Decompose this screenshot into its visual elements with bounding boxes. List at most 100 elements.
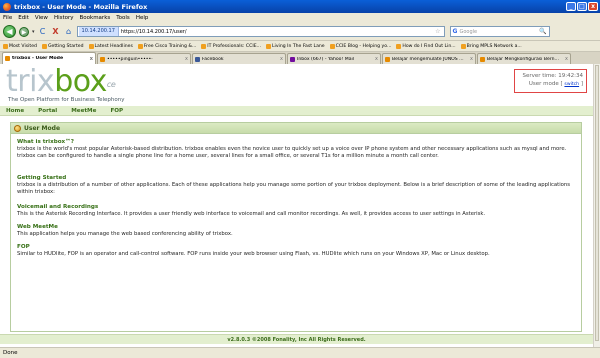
google-icon[interactable]: G [453, 28, 458, 35]
history-dropdown-icon[interactable]: ▾ [32, 29, 35, 35]
panel-title: User Mode [24, 124, 61, 132]
scrollbar-thumb[interactable] [595, 65, 599, 341]
trixbox-logo: trixboxce [6, 64, 116, 99]
navigation-toolbar: ◀ ▶ ▾ C X ⌂ 10.14.200.17 https://10.14.2… [0, 23, 600, 41]
tab-facebook[interactable]: Facebook x [192, 53, 286, 64]
section-voicemail: Voicemail and Recordings This is the Ast… [17, 204, 575, 218]
section-body: Similar to HUDlite, FOP is an operator a… [17, 251, 490, 257]
panel-header: User Mode [11, 123, 581, 134]
tab-yahoo-mail[interactable]: Inbox (667) - Yahoo! Mail x [287, 53, 381, 64]
search-input[interactable]: Google [459, 29, 539, 35]
menu-history[interactable]: History [54, 15, 74, 21]
favicon-icon [100, 56, 105, 62]
forward-button[interactable]: ▶ [19, 26, 29, 37]
firefox-icon [3, 2, 11, 11]
site-identity-button[interactable]: 10.14.200.17 [78, 27, 119, 36]
nav-meetme[interactable]: MeetMe [71, 108, 96, 114]
bookmark-star-icon[interactable]: ☆ [435, 28, 440, 35]
menu-file[interactable]: File [3, 15, 12, 21]
section-web-meetme: Web MeetMe This application helps you ma… [17, 224, 575, 238]
bookmark-item[interactable]: Getting Started [41, 43, 84, 49]
bookmark-icon [3, 43, 8, 49]
menu-view[interactable]: View [35, 15, 48, 21]
fop-link[interactable]: FOP [17, 244, 575, 251]
section-body: This is the Asterisk Recording Interface… [17, 211, 486, 217]
bookmark-item[interactable]: Bring MPLS Network a... [460, 43, 522, 49]
address-bar[interactable]: 10.14.200.17 https://10.14.200.17/user/ … [76, 26, 445, 37]
window-titlebar: trixbox - User Mode - Mozilla Firefox _ … [0, 0, 600, 13]
user-mode-label: User mode [ switch ] [528, 81, 583, 87]
bookmark-icon [41, 43, 47, 49]
section-getting-started: Getting Started trixbox is a distributio… [17, 175, 575, 195]
section-body: trixbox is the world's most popular Aste… [17, 146, 567, 159]
close-tab-icon[interactable]: x [470, 56, 473, 62]
stop-icon[interactable]: X [51, 27, 61, 37]
favicon-icon [480, 56, 485, 62]
main-nav: Home Portal MeetMe FOP [0, 106, 593, 116]
server-info-box: Server time: 19:42:34 User mode [ switch… [514, 69, 587, 93]
bookmark-item[interactable]: CCIE Blog - Helping yo... [329, 43, 391, 49]
maximize-button[interactable]: □ [577, 2, 587, 11]
reload-icon[interactable]: C [38, 27, 48, 37]
switch-link[interactable]: switch [564, 82, 579, 87]
bookmark-item[interactable]: How do I Find Out Lin... [396, 43, 456, 49]
tab-junos[interactable]: Belajar mengemulate JUNOS ... x [382, 53, 476, 64]
section-body: trixbox is a distribution of a number of… [17, 182, 571, 195]
status-text: Done [3, 350, 18, 356]
minimize-button[interactable]: _ [566, 2, 576, 11]
web-meetme-link[interactable]: Web MeetMe [17, 224, 575, 231]
search-box[interactable]: G Google 🔍 [449, 26, 550, 37]
tab-pinguin[interactable]: •••••pinguin•••••· x [97, 53, 191, 64]
close-tab-icon[interactable]: x [375, 56, 378, 62]
menu-help[interactable]: Help [136, 15, 149, 21]
close-window-button[interactable]: x [588, 2, 598, 11]
close-tab-icon[interactable]: x [565, 56, 568, 62]
section-fop: FOP Similar to HUDlite, FOP is an operat… [17, 244, 575, 258]
bookmark-item[interactable]: Most Visited [3, 43, 37, 49]
tab-trixbox[interactable]: trixbox - User Mode x [2, 52, 96, 64]
menu-edit[interactable]: Edit [18, 15, 29, 21]
close-tab-icon[interactable]: x [185, 56, 188, 62]
bookmark-item[interactable]: Living In The Fast Lane [265, 43, 325, 49]
favicon-icon [385, 56, 390, 62]
home-icon[interactable]: ⌂ [64, 27, 74, 37]
page-footer: v2.8.0.3 ©2008 Fonality, Inc All Rights … [0, 334, 593, 344]
section-heading: What is trixbox™? [17, 139, 74, 145]
nav-portal[interactable]: Portal [38, 108, 57, 114]
section-body: This application helps you manage the we… [17, 231, 233, 237]
section-heading: Getting Started [17, 175, 67, 181]
menu-bookmarks[interactable]: Bookmarks [80, 15, 111, 21]
bookmark-icon [137, 43, 143, 49]
bookmark-item[interactable]: Free Cisco Training &... [137, 43, 196, 49]
url-text[interactable]: https://10.14.200.17/user/ [119, 29, 435, 35]
section-what-is: What is trixbox™? trixbox is the world's… [17, 139, 575, 159]
page-content: trixboxce The Open Platform for Business… [0, 64, 593, 347]
bookmark-item[interactable]: IT Professionals: CCIE... [201, 43, 261, 49]
vertical-scrollbar[interactable] [593, 64, 600, 347]
bookmark-icon [396, 43, 402, 49]
nav-fop[interactable]: FOP [110, 108, 123, 114]
server-time: Server time: 19:42:34 [522, 73, 583, 79]
nav-home[interactable]: Home [6, 108, 24, 114]
facebook-icon [195, 56, 200, 62]
bookmark-icon [460, 43, 466, 49]
yahoo-icon [290, 56, 295, 62]
menu-tools[interactable]: Tools [116, 15, 130, 21]
window-title: trixbox - User Mode - Mozilla Firefox [14, 2, 148, 11]
search-icon[interactable]: 🔍 [539, 28, 546, 35]
bookmark-item[interactable]: Latest Headlines [88, 43, 133, 49]
tagline: The Open Platform for Business Telephony [8, 97, 125, 103]
menu-bar: File Edit View History Bookmarks Tools H… [0, 13, 600, 23]
close-tab-icon[interactable]: x [90, 56, 93, 62]
tab-konfigurasi[interactable]: Belajar Mengkonfigurasi Bern... x [477, 53, 571, 64]
back-button[interactable]: ◀ [3, 25, 16, 38]
bookmark-icon [201, 43, 207, 49]
user-icon [14, 124, 21, 132]
user-mode-panel: User Mode What is trixbox™? trixbox is t… [10, 122, 582, 332]
close-tab-icon[interactable]: x [280, 56, 283, 62]
bookmarks-toolbar: Most Visited Getting Started Latest Head… [0, 41, 600, 52]
voicemail-link[interactable]: Voicemail and Recordings [17, 204, 575, 211]
favicon-icon [5, 56, 10, 61]
bookmark-icon [265, 43, 271, 49]
status-bar: Done [0, 347, 600, 358]
